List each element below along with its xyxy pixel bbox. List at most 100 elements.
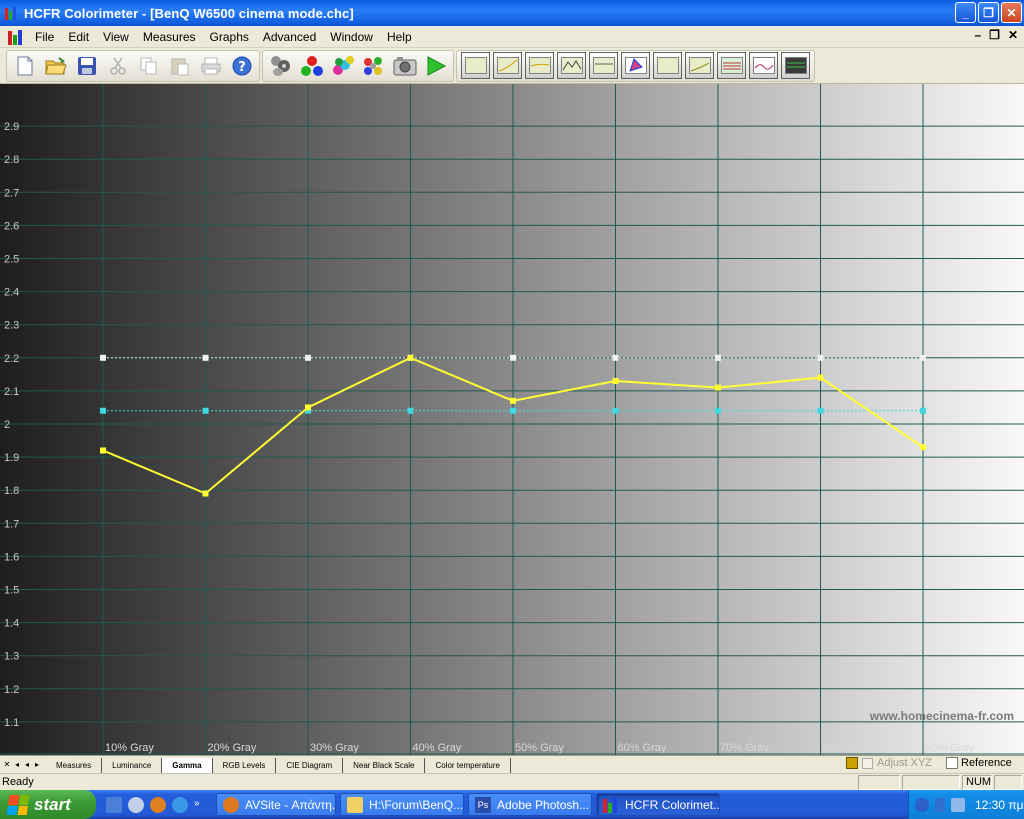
- color-measure-icon[interactable]: [329, 52, 356, 79]
- ie-icon[interactable]: [172, 796, 188, 813]
- y-tick-label: 2.7: [4, 187, 19, 199]
- graph-dark-icon[interactable]: [781, 52, 810, 79]
- y-tick-label: 1.1: [4, 717, 19, 729]
- task-label: Adobe Photosh...: [497, 797, 590, 812]
- reference-checkbox[interactable]: [946, 757, 958, 769]
- graph-levels-icon[interactable]: [749, 52, 778, 79]
- graph-rgb-icon[interactable]: [525, 52, 554, 79]
- measure-toolbar-group: [262, 49, 454, 82]
- network-tray-icon[interactable]: [951, 797, 965, 812]
- tray-arrow-icon[interactable]: [915, 797, 929, 812]
- x-tick-label: 90% Gray: [925, 742, 974, 754]
- data-point: [612, 354, 619, 361]
- data-point: [715, 384, 721, 391]
- graph-luminance-icon[interactable]: [461, 52, 490, 79]
- task-photoshop[interactable]: Ps Adobe Photosh...: [468, 793, 592, 816]
- gamma-chart-svg: 1.1 1.2 1.3 1.4 1.5 1.6 1.7 1.8 1.9 2 2.1 2.2 2.3 2.4…: [0, 84, 1024, 755]
- data-point: [817, 374, 824, 381]
- y-tick-label: 2.4: [4, 287, 19, 299]
- menu-file[interactable]: File: [28, 30, 61, 44]
- y-tick-label: 1.8: [4, 485, 19, 497]
- y-tick-label: 2.2: [4, 353, 19, 365]
- tab-cie-diagram[interactable]: CIE Diagram: [276, 757, 344, 774]
- mdi-restore-button[interactable]: ❐: [989, 28, 1000, 42]
- cut-icon[interactable]: [104, 52, 131, 79]
- graph-gamma-icon[interactable]: [493, 52, 522, 79]
- open-folder-icon[interactable]: [42, 52, 69, 79]
- clock: 12:30 πμ: [975, 797, 1024, 812]
- minimize-button[interactable]: _: [955, 2, 976, 23]
- graph-nearwhite-icon[interactable]: [685, 52, 714, 79]
- document-icon[interactable]: [8, 29, 24, 45]
- task-avsite[interactable]: AVSite - Απάντη...: [216, 793, 336, 816]
- play-icon[interactable]: [422, 52, 449, 79]
- graph-toolbar-group: [456, 49, 815, 82]
- tab-luminance[interactable]: Luminance: [102, 757, 163, 774]
- help-icon[interactable]: ?: [228, 52, 255, 79]
- quick-launch-more-icon[interactable]: »: [194, 798, 202, 810]
- status-text: Ready: [2, 776, 34, 788]
- data-point: [100, 354, 106, 361]
- task-explorer[interactable]: H:\Forum\BenQ...: [340, 793, 464, 816]
- start-button[interactable]: start: [0, 790, 96, 819]
- graph-nearblack-icon[interactable]: [653, 52, 682, 79]
- close-button[interactable]: ✕: [1001, 2, 1022, 23]
- x-tick-label: 10% Gray: [105, 742, 154, 754]
- menu-bar: File Edit View Measures Graphs Advanced …: [0, 26, 1024, 48]
- show-desktop-icon[interactable]: [106, 796, 122, 813]
- network-icon[interactable]: [128, 796, 144, 813]
- language-icon[interactable]: [935, 797, 945, 812]
- graph-cie-icon[interactable]: [621, 52, 650, 79]
- new-document-icon[interactable]: [11, 52, 38, 79]
- firefox-quick-icon[interactable]: [150, 796, 166, 813]
- tab-close-button[interactable]: ✕: [2, 758, 12, 772]
- restore-button[interactable]: ❐: [978, 2, 999, 23]
- rgb-balls-icon[interactable]: [298, 52, 325, 79]
- menu-graphs[interactable]: Graphs: [203, 30, 256, 44]
- menu-edit[interactable]: Edit: [61, 30, 96, 44]
- menu-view[interactable]: View: [96, 30, 136, 44]
- tab-first-button[interactable]: ◂: [12, 758, 22, 772]
- tab-measures[interactable]: Measures: [46, 757, 103, 774]
- hcfr-app-icon[interactable]: [5, 6, 19, 20]
- graph-saturation-icon[interactable]: [717, 52, 746, 79]
- menu-measures[interactable]: Measures: [136, 30, 203, 44]
- tab-color-temperature[interactable]: Color temperature: [425, 757, 511, 774]
- tab-next-button[interactable]: ▸: [32, 758, 42, 772]
- adjust-xyz-label: Adjust XYZ: [877, 757, 933, 769]
- multi-color-icon[interactable]: [360, 52, 387, 79]
- window-title: HCFR Colorimeter - [BenQ W6500 cinema mo…: [24, 5, 354, 21]
- data-point: [817, 354, 824, 361]
- y-tick-label: 1.3: [4, 651, 19, 663]
- sensor-icon[interactable]: [267, 52, 294, 79]
- data-point: [100, 447, 106, 454]
- tab-near-black-scale[interactable]: Near Black Scale: [343, 757, 426, 774]
- menu-help[interactable]: Help: [380, 30, 419, 44]
- data-point: [612, 377, 619, 384]
- start-label: start: [34, 794, 71, 814]
- graph-mountains-icon[interactable]: [557, 52, 586, 79]
- y-tick-label: 2.5: [4, 254, 19, 266]
- menu-advanced[interactable]: Advanced: [256, 30, 323, 44]
- paste-icon[interactable]: [166, 52, 193, 79]
- toolbar: ?: [0, 48, 1024, 84]
- data-point: [920, 444, 926, 451]
- print-icon[interactable]: [197, 52, 224, 79]
- tab-gamma[interactable]: Gamma: [162, 757, 213, 774]
- task-label: AVSite - Απάντη...: [245, 797, 336, 812]
- mdi-minimize-button[interactable]: –: [974, 28, 981, 42]
- data-point: [202, 407, 209, 414]
- save-disk-icon[interactable]: [73, 52, 100, 79]
- task-hcfr[interactable]: HCFR Colorimet...: [596, 793, 720, 816]
- status-cell-2: [902, 775, 960, 790]
- adjust-xyz-checkbox[interactable]: [862, 757, 873, 769]
- x-tick-label: 30% Gray: [310, 742, 359, 754]
- graph-colortemp-icon[interactable]: [589, 52, 618, 79]
- x-tick-label: 40% Gray: [413, 742, 462, 754]
- camera-icon[interactable]: [391, 52, 418, 79]
- tab-prev-button[interactable]: ◂: [22, 758, 32, 772]
- mdi-close-button[interactable]: ✕: [1008, 28, 1018, 42]
- tab-rgb-levels[interactable]: RGB Levels: [213, 757, 277, 774]
- menu-window[interactable]: Window: [323, 30, 380, 44]
- copy-icon[interactable]: [135, 52, 162, 79]
